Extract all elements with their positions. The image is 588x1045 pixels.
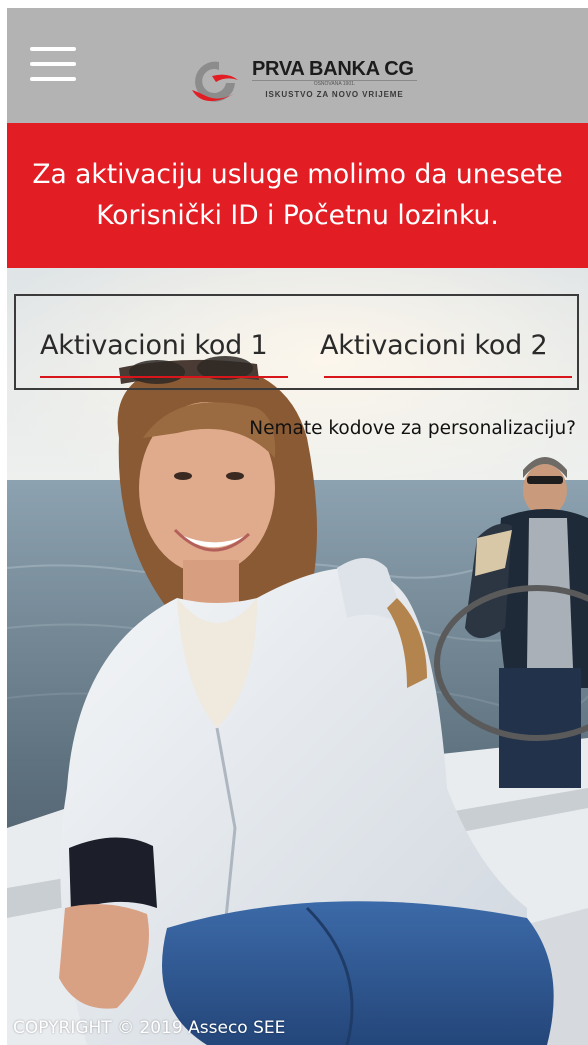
bank-logo-mark-icon: [192, 61, 238, 102]
app-header: PRVA BANKA CG OSNOVANA 1901. ISKUSTVO ZA…: [7, 8, 588, 123]
hero-section: Aktivacioni kod 1 Aktivacioni kod 2 Nema…: [7, 268, 588, 1045]
hamburger-menu-icon[interactable]: [30, 45, 78, 85]
banner-line-2: Korisnički ID i Početnu lozinku.: [96, 200, 499, 231]
bank-tagline: ISKUSTVO ZA NOVO VRIJEME: [265, 90, 404, 99]
activation-screen: PRVA BANKA CG OSNOVANA 1901. ISKUSTVO ZA…: [0, 0, 588, 1045]
banner-line-1: Za aktivaciju usluge molimo da unesete: [32, 159, 563, 190]
activation-code-2-input[interactable]: Aktivacioni kod 2: [312, 296, 574, 388]
instruction-banner: Za aktivaciju usluge molimo da unesete K…: [7, 123, 588, 268]
no-codes-link[interactable]: Nemate kodove za personalizaciju?: [249, 418, 576, 439]
activation-code-form: Aktivacioni kod 1 Aktivacioni kod 2: [14, 294, 579, 390]
bank-founded: OSNOVANA 1901.: [252, 80, 417, 87]
activation-code-2-underline: [324, 376, 572, 378]
activation-code-2-placeholder: Aktivacioni kod 2: [320, 330, 548, 361]
activation-code-1-placeholder: Aktivacioni kod 1: [40, 330, 268, 361]
activation-code-1-underline: [40, 376, 288, 378]
activation-code-1-input[interactable]: Aktivacioni kod 1: [28, 296, 288, 388]
copyright-text: COPYRIGHT © 2019 Asseco SEE: [13, 1018, 286, 1038]
bank-logo: PRVA BANKA CG OSNOVANA 1901. ISKUSTVO ZA…: [182, 52, 422, 112]
bank-name: PRVA BANKA CG: [252, 58, 414, 80]
